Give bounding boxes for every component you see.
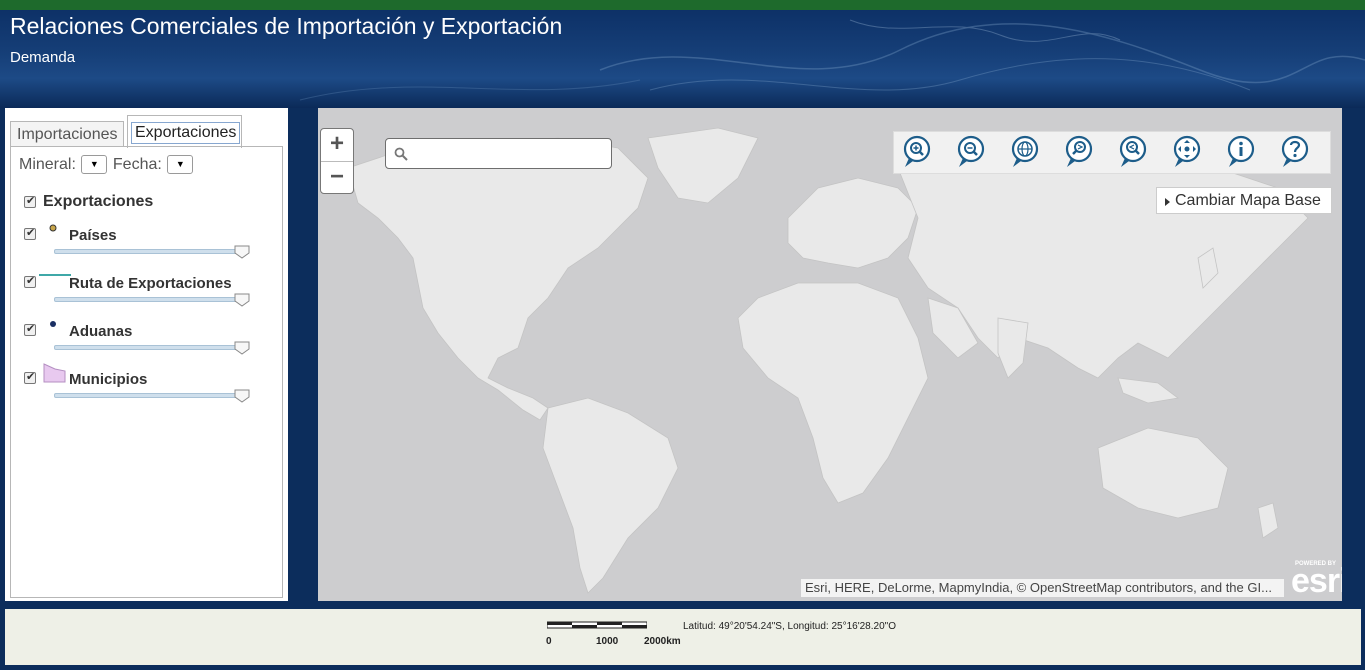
aduanas-symbol-icon <box>50 321 56 327</box>
ruta-symbol-icon <box>39 274 71 276</box>
pan-tool-icon[interactable] <box>1172 135 1202 169</box>
layers-panel: Importaciones Exportaciones Mineral: Fec… <box>5 108 288 601</box>
opacity-slider-aduanas[interactable] <box>54 341 250 355</box>
page-subtitle: Demanda <box>10 49 76 66</box>
layer-label-paises: Países <box>69 227 117 244</box>
opacity-slider-paises[interactable] <box>54 245 250 259</box>
scale-bar: 0 1000 2000km <box>546 619 681 647</box>
opacity-slider-municipios[interactable] <box>54 389 250 403</box>
layer-group-checkbox[interactable] <box>24 194 36 208</box>
scale-bar-graphic <box>546 621 648 629</box>
change-basemap-button[interactable]: Cambiar Mapa Base <box>1156 187 1332 214</box>
scale-label-1000: 1000 <box>596 636 619 647</box>
map-search-box[interactable] <box>385 138 612 169</box>
search-input[interactable] <box>412 144 602 164</box>
zoom-control: + − <box>320 128 354 194</box>
slider-thumb-icon[interactable] <box>234 389 250 403</box>
info-icon[interactable] <box>1226 135 1256 169</box>
fecha-label: Fecha: <box>112 155 162 173</box>
scale-label-0: 0 <box>546 636 552 647</box>
mineral-select[interactable] <box>80 155 107 174</box>
map-view[interactable]: + − Cambiar Mapa Base Esri, HERE, DeLorm… <box>318 108 1342 601</box>
tab-importaciones[interactable]: Importaciones <box>10 121 124 147</box>
globe-full-extent-icon[interactable] <box>1010 135 1040 169</box>
tab-content-exportaciones: Mineral: Fecha: Exportaciones Países Rut… <box>10 146 283 598</box>
layer-checkbox-paises[interactable] <box>24 226 36 240</box>
zoom-out-tool-icon[interactable] <box>956 135 986 169</box>
tab-bar: Importaciones Exportaciones <box>10 115 282 148</box>
esri-logo[interactable]: esri <box>1291 562 1342 601</box>
top-accent-bar <box>0 0 1365 10</box>
search-icon <box>394 147 408 161</box>
world-basemap[interactable] <box>318 108 1342 601</box>
opacity-slider-ruta[interactable] <box>54 293 250 307</box>
layer-label-ruta: Ruta de Exportaciones <box>69 275 232 292</box>
page-title: Relaciones Comerciales de Importación y … <box>10 13 563 39</box>
layer-group-label: Exportaciones <box>43 193 154 210</box>
layer-checkbox-aduanas[interactable] <box>24 322 36 336</box>
status-footer: 0 1000 2000km Latitud: 49°20'54.24"S, Lo… <box>5 609 1361 665</box>
map-attribution: Esri, HERE, DeLorme, MapmyIndia, © OpenS… <box>801 579 1284 597</box>
layer-checkbox-municipios[interactable] <box>24 370 36 384</box>
layer-label-aduanas: Aduanas <box>69 323 133 340</box>
help-icon[interactable] <box>1280 135 1310 169</box>
scale-label-2000: 2000km <box>644 636 681 647</box>
previous-extent-icon[interactable] <box>1064 135 1094 169</box>
zoom-in-tool-icon[interactable] <box>902 135 932 169</box>
layer-label-municipios: Municipios <box>69 371 148 388</box>
zoom-out-button[interactable]: − <box>321 161 353 193</box>
zoom-in-button[interactable]: + <box>321 129 353 161</box>
app-header: Relaciones Comerciales de Importación y … <box>0 10 1365 108</box>
layer-checkbox-ruta[interactable] <box>24 274 36 288</box>
tab-exportaciones[interactable]: Exportaciones <box>127 115 242 148</box>
fecha-select[interactable] <box>166 155 193 174</box>
tab-exportaciones-label: Exportaciones <box>131 122 241 144</box>
cursor-coordinates: Latitud: 49°20'54.24"S, Longitud: 25°16'… <box>683 621 896 632</box>
filter-row: Mineral: Fecha: <box>19 155 199 174</box>
slider-thumb-icon[interactable] <box>234 293 250 307</box>
map-toolbar <box>893 131 1331 174</box>
municipios-symbol-icon <box>43 363 66 383</box>
slider-thumb-icon[interactable] <box>234 341 250 355</box>
next-extent-icon[interactable] <box>1118 135 1148 169</box>
slider-thumb-icon[interactable] <box>234 245 250 259</box>
mineral-label: Mineral: <box>19 155 76 173</box>
paises-symbol-icon <box>49 224 57 232</box>
